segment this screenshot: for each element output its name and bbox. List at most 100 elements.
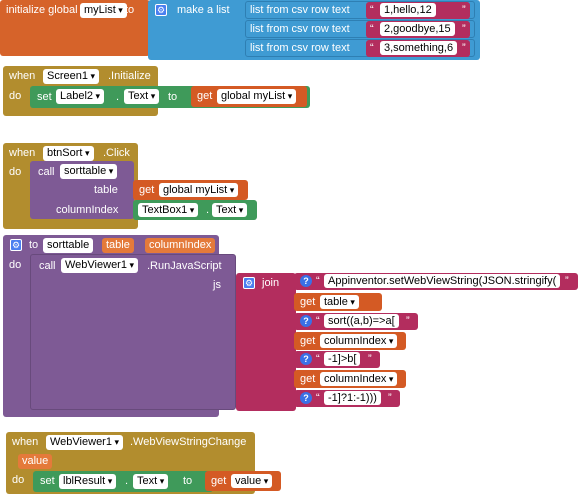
join-text-piece-3[interactable]: ? “ sort((a,b)=>a[ ”: [294, 313, 418, 330]
variable-dropdown[interactable]: table: [320, 295, 359, 309]
help-icon[interactable]: ?: [300, 392, 312, 404]
quote-close-icon: ”: [565, 275, 569, 287]
do-label: do: [9, 166, 22, 178]
csv-row-block-2[interactable]: list from csv row text “ 2,goodbye,15 ”: [245, 20, 475, 38]
csv-row-label: list from csv row text: [250, 4, 350, 16]
quote-open-icon: “: [370, 23, 374, 35]
text-string-block[interactable]: “ 1,hello,12 ”: [366, 2, 470, 19]
get-label: get: [300, 373, 316, 385]
get-label: get: [211, 475, 227, 487]
mutator-gear-icon[interactable]: ⚙: [155, 4, 167, 16]
text-value-field[interactable]: -1]>b[: [324, 352, 361, 366]
when-label: when: [9, 70, 36, 82]
quote-open-icon: “: [316, 353, 320, 365]
get-variable-block[interactable]: get global myList: [191, 86, 307, 107]
quote-close-icon: ”: [388, 392, 392, 404]
join-text-piece-1[interactable]: ? “ Appinventor.setWebViewString(JSON.st…: [294, 273, 578, 290]
get-variable-block[interactable]: get global myList: [133, 180, 248, 200]
join-label: join: [262, 277, 280, 289]
js-arg-label: js: [213, 279, 221, 291]
text-value-field[interactable]: -1]?1:-1))): [324, 391, 381, 405]
mutator-gear-icon[interactable]: ⚙: [243, 277, 255, 289]
to-label: to: [29, 239, 39, 251]
set-property-block[interactable]: set lblResult . Text to: [33, 471, 213, 492]
global-var-name-field[interactable]: myList: [80, 3, 127, 18]
call-label: call: [38, 166, 55, 178]
component-dropdown[interactable]: Screen1: [43, 69, 100, 84]
component-dropdown[interactable]: TextBox1: [138, 203, 199, 217]
make-a-list-label: make a list: [177, 4, 230, 16]
get-param-columnindex-block[interactable]: get columnIndex: [294, 370, 406, 388]
property-dropdown[interactable]: Text: [212, 203, 248, 217]
event-label: .Click: [103, 147, 130, 159]
variable-dropdown[interactable]: global myList: [159, 183, 239, 197]
text-string-block[interactable]: “ 2,goodbye,15 ”: [366, 21, 470, 38]
event-param-value[interactable]: value: [18, 454, 53, 469]
csv-row-label: list from csv row text: [250, 42, 350, 54]
to-label: to: [125, 4, 135, 16]
help-icon[interactable]: ?: [300, 315, 312, 327]
help-icon[interactable]: ?: [300, 275, 312, 287]
dot-label: .: [125, 475, 129, 487]
procedure-name-field[interactable]: sorttable: [43, 238, 94, 253]
text-value-field[interactable]: 2,goodbye,15: [380, 22, 455, 36]
component-dropdown[interactable]: btnSort: [43, 146, 94, 161]
get-param-table-block[interactable]: get table: [294, 293, 382, 311]
variable-dropdown[interactable]: value: [231, 474, 273, 488]
component-dropdown[interactable]: lblResult: [59, 474, 117, 489]
quote-close-icon: ”: [462, 4, 466, 16]
call-method-block[interactable]: call WebViewer1 .RunJavaScript js: [30, 254, 236, 410]
join-text-piece-5[interactable]: ? “ -1]>b[ ”: [294, 351, 380, 368]
mutator-gear-icon[interactable]: ⚙: [10, 239, 22, 251]
text-value-field[interactable]: 3,something,6: [380, 41, 458, 55]
arg-columnindex-label: columnIndex: [56, 204, 119, 216]
component-dropdown[interactable]: WebViewer1: [61, 258, 138, 273]
quote-open-icon: “: [370, 4, 374, 16]
get-param-columnindex-block[interactable]: get columnIndex: [294, 332, 406, 350]
text-value-field[interactable]: sort((a,b)=>a[: [324, 314, 399, 328]
join-text-piece-7[interactable]: ? “ -1]?1:-1))) ”: [294, 390, 400, 407]
property-dropdown[interactable]: Text: [133, 474, 169, 489]
join-block[interactable]: ⚙ join: [236, 273, 296, 411]
variable-dropdown[interactable]: columnIndex: [320, 372, 398, 386]
procedure-dropdown[interactable]: sorttable: [60, 164, 118, 179]
variable-dropdown[interactable]: columnIndex: [320, 334, 398, 348]
property-dropdown[interactable]: Text: [124, 89, 160, 104]
dot-label: .: [116, 91, 120, 103]
arg-table-label: table: [94, 184, 118, 196]
do-label: do: [9, 90, 22, 102]
call-procedure-block[interactable]: call sorttable table columnIndex: [30, 161, 134, 219]
quote-close-icon: ”: [406, 315, 410, 327]
quote-close-icon: ”: [368, 353, 372, 365]
quote-close-icon: ”: [462, 23, 466, 35]
get-label: get: [139, 184, 155, 196]
get-label: get: [300, 335, 316, 347]
call-label: call: [39, 260, 56, 272]
text-value-field[interactable]: Appinventor.setWebViewString(JSON.string…: [324, 274, 561, 288]
csv-row-block-1[interactable]: list from csv row text “ 1,hello,12 ”: [245, 1, 475, 19]
initialize-global-block[interactable]: initialize global myList to: [0, 0, 150, 56]
param-table[interactable]: table: [102, 238, 134, 253]
quote-close-icon: ”: [462, 42, 466, 54]
csv-row-block-3[interactable]: list from csv row text “ 3,something,6 ”: [245, 39, 475, 57]
get-variable-block[interactable]: get value: [205, 471, 281, 491]
component-dropdown[interactable]: Label2: [56, 89, 105, 104]
component-property-getter-block[interactable]: TextBox1 . Text: [133, 200, 257, 220]
get-label: get: [197, 90, 213, 102]
get-label: get: [300, 296, 316, 308]
event-label: .Initialize: [108, 70, 151, 82]
set-label: set: [37, 91, 52, 103]
do-label: do: [9, 259, 22, 271]
quote-open-icon: “: [316, 392, 320, 404]
text-value-field[interactable]: 1,hello,12: [380, 3, 436, 17]
do-label: do: [12, 474, 25, 486]
method-label: .RunJavaScript: [147, 260, 222, 272]
when-label: when: [9, 147, 36, 159]
variable-dropdown[interactable]: global myList: [217, 89, 297, 104]
dot-label: .: [206, 204, 210, 216]
help-icon[interactable]: ?: [300, 353, 312, 365]
text-string-block[interactable]: “ 3,something,6 ”: [366, 40, 470, 57]
component-dropdown[interactable]: WebViewer1: [46, 435, 123, 450]
when-label: when: [12, 436, 39, 448]
param-columnindex[interactable]: columnIndex: [145, 238, 216, 253]
